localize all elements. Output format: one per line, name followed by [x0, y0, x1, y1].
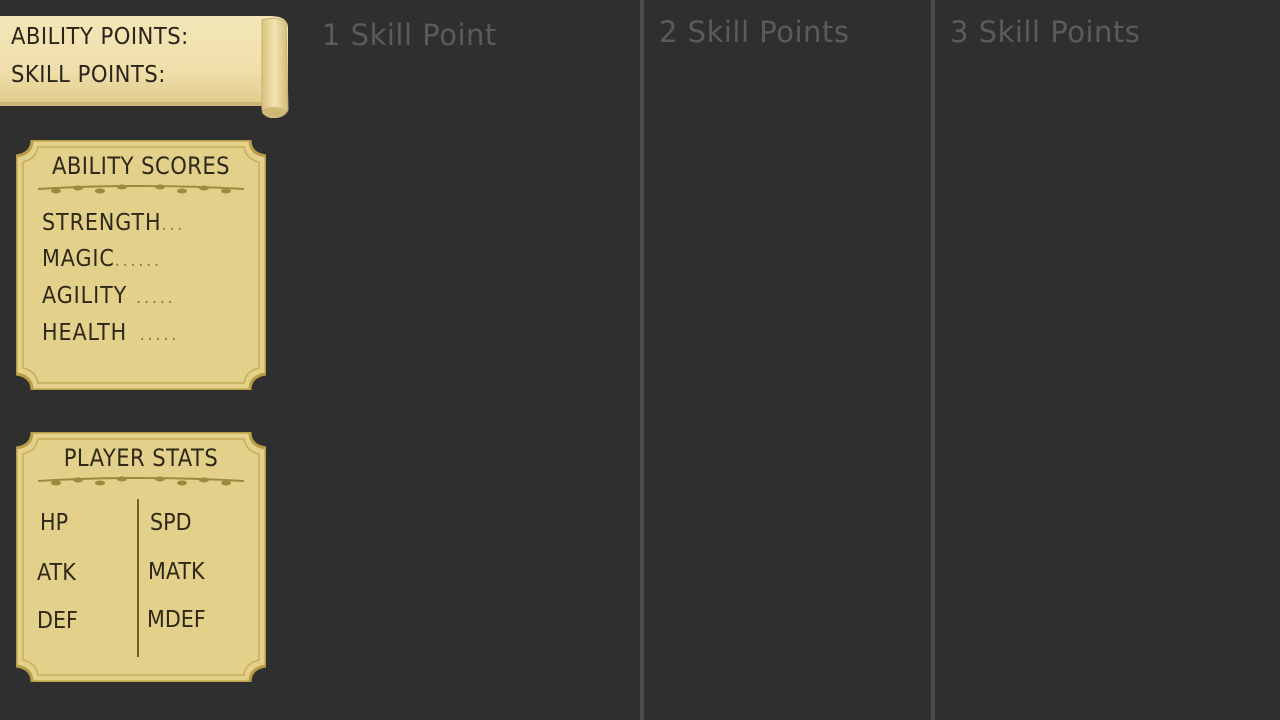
ability-points-label: ABILITY POINTS:	[11, 24, 189, 50]
skill-points-label: SKILL POINTS:	[11, 62, 166, 88]
stat-hp: HP	[40, 510, 69, 536]
skill-column-divider	[640, 0, 644, 720]
ability-row-magic: MAGIC......	[42, 246, 162, 272]
vine-ornament	[37, 184, 245, 194]
points-scroll: ABILITY POINTS: SKILL POINTS:	[0, 14, 289, 118]
stat-spd: SPD	[150, 510, 192, 536]
skill-column-3-header: 3 Skill Points	[950, 15, 1141, 49]
ability-label: STRENGTH	[42, 210, 162, 236]
ability-dots: ...	[161, 214, 186, 235]
ability-dots: ......	[114, 250, 162, 271]
skill-column-1-header: 1 Skill Point	[322, 18, 497, 52]
skill-tree-screen: ABILITY POINTS: SKILL POINTS: ABILITY SC…	[0, 0, 1280, 720]
ability-label: AGILITY	[42, 283, 128, 309]
ability-label: HEALTH	[42, 320, 128, 346]
ability-row-agility: AGILITY.....	[42, 283, 175, 309]
ability-dots: .....	[139, 324, 179, 345]
ability-row-strength: STRENGTH...	[42, 210, 185, 236]
ability-row-health: HEALTH.....	[42, 320, 179, 346]
stats-divider	[137, 499, 139, 657]
stat-matk: MATK	[148, 559, 205, 585]
stat-atk: ATK	[37, 560, 76, 586]
vine-ornament	[37, 476, 245, 486]
skill-column-divider	[931, 0, 935, 720]
player-stats-panel: PLAYER STATS HP ATK DEF SPD MATK MDEF	[16, 432, 266, 682]
ability-scores-panel: ABILITY SCORES STRENGTH... MAGIC...... A…	[16, 140, 266, 390]
stat-mdef: MDEF	[147, 607, 206, 633]
player-stats-title: PLAYER STATS	[63, 444, 219, 472]
ability-label: MAGIC	[42, 246, 115, 272]
stat-def: DEF	[37, 608, 78, 634]
ability-scores-title: ABILITY SCORES	[51, 152, 231, 180]
ability-dots: .....	[136, 287, 176, 308]
skill-column-2-header: 2 Skill Points	[659, 15, 850, 49]
